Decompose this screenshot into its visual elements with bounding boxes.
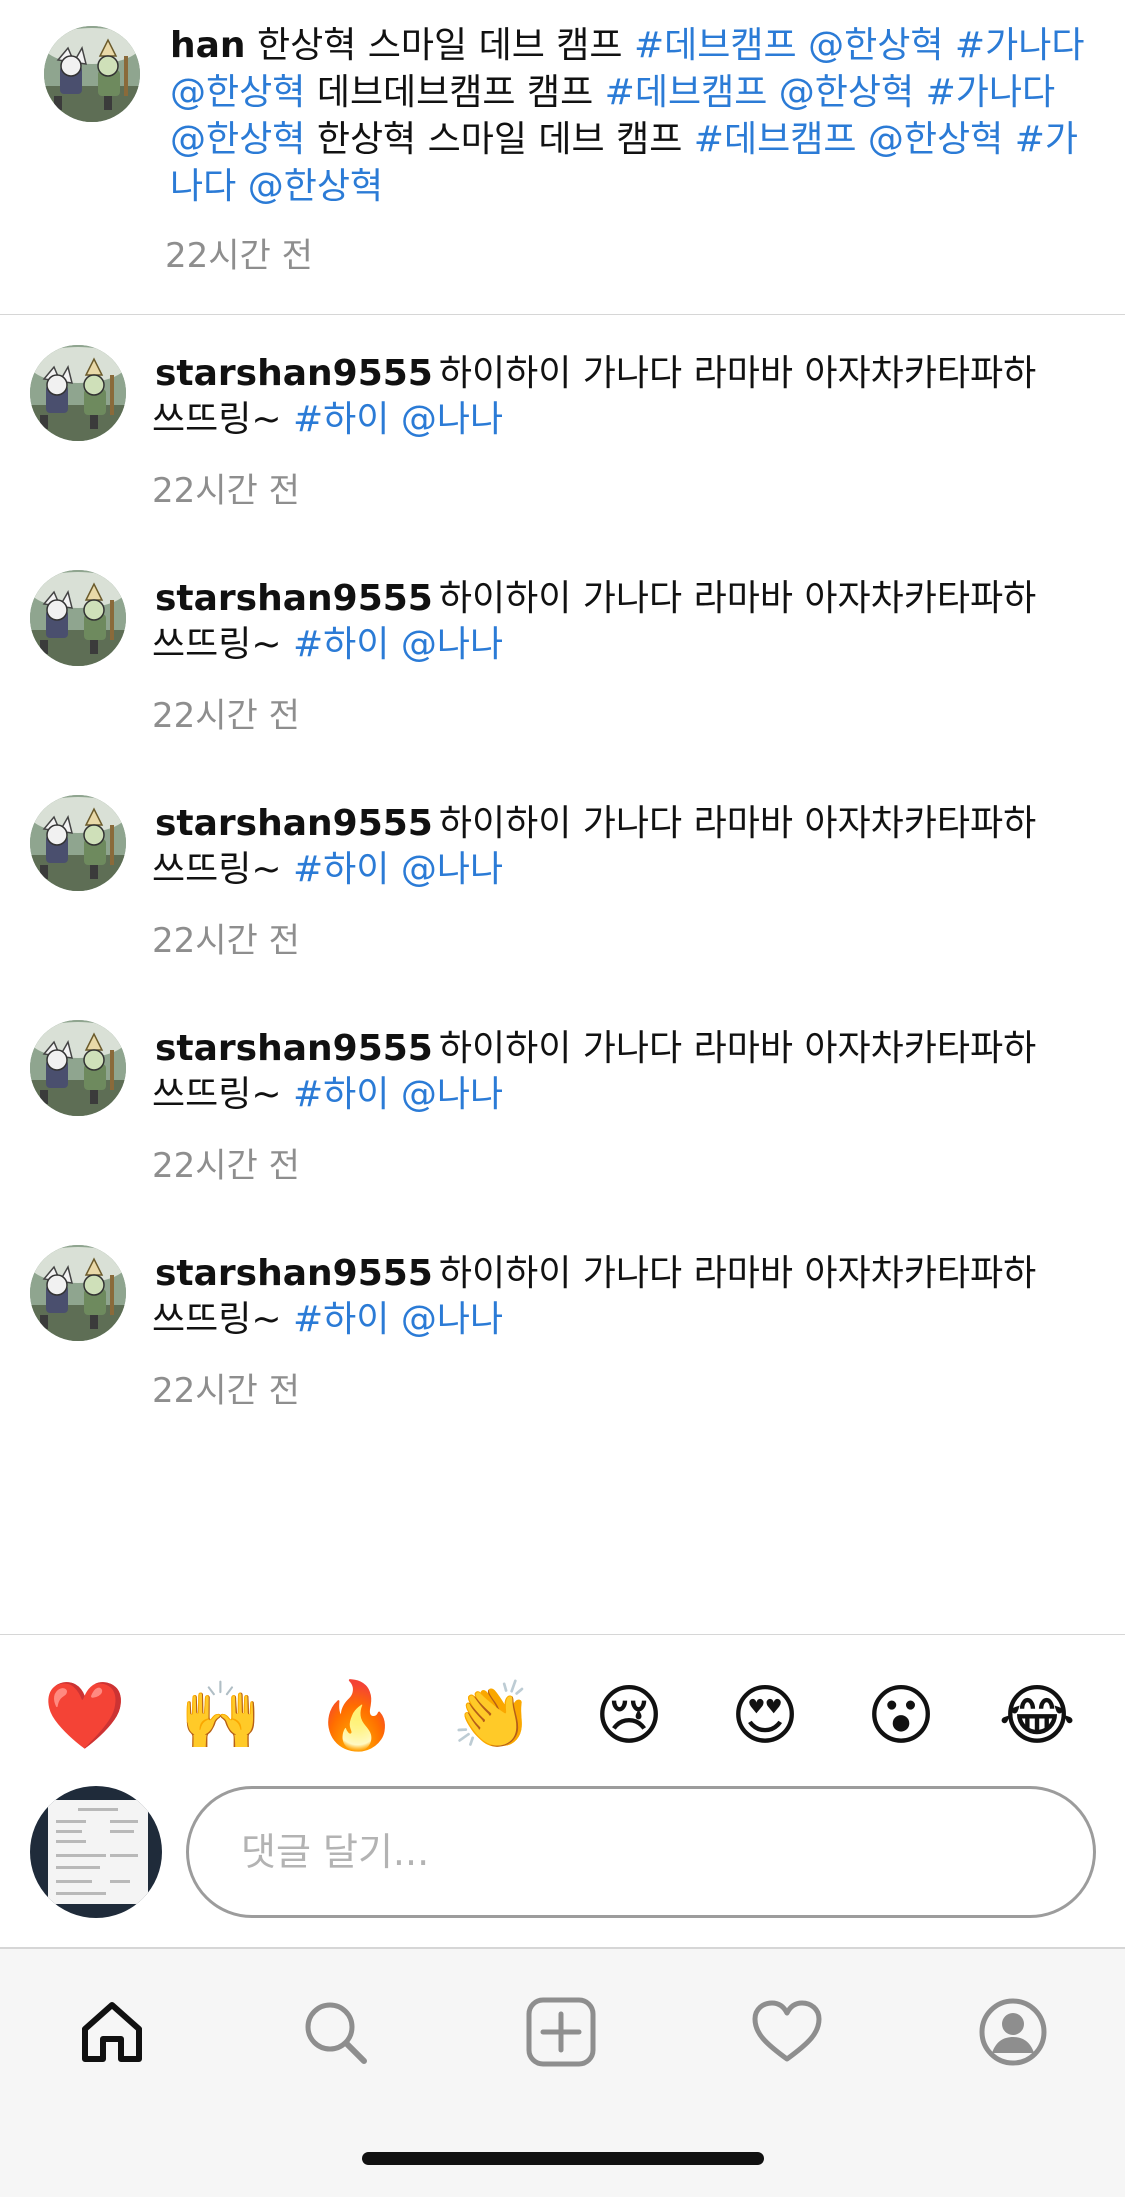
profile-photo-icon <box>30 345 126 441</box>
mention-link[interactable]: @한상혁 <box>170 119 305 160</box>
comment-body: starshan9555 하이하이 가나다 라마바 아자차카타파하 쓰뜨링~ #하… <box>152 1251 1072 1343</box>
caption-text-segment <box>767 72 778 113</box>
comment-body: starshan9555 하이하이 가나다 라마바 아자차카타파하 쓰뜨링~ #하… <box>152 351 1072 443</box>
comment-avatar[interactable] <box>30 795 126 891</box>
tab-add-post[interactable] <box>516 1987 606 2077</box>
home-icon <box>82 2002 142 2062</box>
profile-photo-icon <box>30 795 126 891</box>
hashtag-link[interactable]: #하이 <box>293 624 389 665</box>
comment-item: starshan9555 하이하이 가나다 라마바 아자차카타파하 쓰뜨링~ #하… <box>0 990 1125 1215</box>
caption-username[interactable]: han <box>170 25 246 66</box>
caption-text-segment: 한상혁 스마일 데브 캠프 <box>245 25 634 66</box>
profile-photo-icon <box>44 26 140 122</box>
caption-text-segment <box>1003 119 1014 160</box>
mention-link[interactable]: @나나 <box>401 624 503 665</box>
hashtag-link[interactable]: #데브캠프 <box>694 119 857 160</box>
tab-search[interactable] <box>290 1987 380 2077</box>
tab-activity[interactable] <box>742 1987 832 2077</box>
mention-link[interactable]: @나나 <box>401 399 503 440</box>
tab-home[interactable] <box>67 1987 157 2077</box>
heart-icon <box>752 2000 822 2062</box>
hashtag-link[interactable]: #하이 <box>293 399 389 440</box>
caption-text-segment <box>856 119 867 160</box>
comment-body: starshan9555 하이하이 가나다 라마바 아자차카타파하 쓰뜨링~ #하… <box>152 576 1072 668</box>
profile-photo-icon <box>30 570 126 666</box>
emoji-tears-of-joy-button[interactable]: 😂 <box>992 1671 1082 1761</box>
add-post-icon <box>526 1997 596 2067</box>
emoji-heart-eyes-button[interactable]: 😍 <box>720 1671 810 1761</box>
home-indicator[interactable] <box>362 2152 764 2165</box>
comment-avatar[interactable] <box>30 570 126 666</box>
comment-timestamp: 22시간 전 <box>152 1371 300 1411</box>
mention-link[interactable]: @한상혁 <box>248 166 383 207</box>
emoji-clapping-hands-button[interactable]: 👏 <box>448 1671 538 1761</box>
emoji-fire-button[interactable]: 🔥 <box>312 1671 402 1761</box>
emoji-raising-hands-button[interactable]: 🙌 <box>176 1671 266 1761</box>
mention-link[interactable]: @한상혁 <box>868 119 1003 160</box>
comment-list: starshan9555 하이하이 가나다 라마바 아자차카타파하 쓰뜨링~ #하… <box>0 315 1125 1440</box>
comment-timestamp: 22시간 전 <box>152 696 300 736</box>
comment-username[interactable]: starshan9555 <box>155 1028 433 1069</box>
mention-link[interactable]: @나나 <box>401 1074 503 1115</box>
hashtag-link[interactable]: #하이 <box>293 849 389 890</box>
document-thumbnail-icon <box>48 1800 148 1904</box>
comment-item: starshan9555 하이하이 가나다 라마바 아자차카타파하 쓰뜨링~ #하… <box>0 315 1125 540</box>
caption-avatar[interactable] <box>44 26 140 122</box>
hashtag-link[interactable]: #하이 <box>293 1299 389 1340</box>
search-icon <box>305 2002 367 2064</box>
comment-input-row <box>0 1764 1125 1947</box>
caption-text-segment <box>914 72 925 113</box>
mention-link[interactable]: @나나 <box>401 1299 503 1340</box>
comment-avatar[interactable] <box>30 345 126 441</box>
caption-text-segment: 데브데브캠프 캠프 <box>305 72 605 113</box>
comment-avatar[interactable] <box>30 1245 126 1341</box>
mention-link[interactable]: @한상혁 <box>170 72 305 113</box>
comment-input[interactable] <box>186 1786 1096 1918</box>
caption-text-segment <box>236 166 247 207</box>
hashtag-link[interactable]: #하이 <box>293 1074 389 1115</box>
comments-screen: han 한상혁 스마일 데브 캠프 #데브캠프 @한상혁 #가나다 @한상혁 데… <box>0 0 1125 2197</box>
comment-timestamp: 22시간 전 <box>152 471 300 511</box>
tab-profile[interactable] <box>968 1987 1058 2077</box>
comment-avatar[interactable] <box>30 1020 126 1116</box>
emoji-reaction-bar: ❤️ 🙌 🔥 👏 😢 😍 😮 😂 <box>0 1634 1125 1764</box>
caption-text: han 한상혁 스마일 데브 캠프 #데브캠프 @한상혁 #가나다 @한상혁 데… <box>170 22 1090 210</box>
comment-username[interactable]: starshan9555 <box>155 578 433 619</box>
current-user-avatar <box>30 1786 162 1918</box>
hashtag-link[interactable]: #가나다 <box>955 25 1085 66</box>
comment-username[interactable]: starshan9555 <box>155 353 433 394</box>
post-caption: han 한상혁 스마일 데브 캠프 #데브캠프 @한상혁 #가나다 @한상혁 데… <box>0 0 1125 315</box>
caption-text-segment: 한상혁 스마일 데브 캠프 <box>305 119 694 160</box>
comment-timestamp: 22시간 전 <box>152 921 300 961</box>
hashtag-link[interactable]: #데브캠프 <box>634 25 797 66</box>
mention-link[interactable]: @한상혁 <box>808 25 943 66</box>
caption-timestamp: 22시간 전 <box>165 236 313 276</box>
profile-photo-icon <box>30 1245 126 1341</box>
emoji-red-heart-button[interactable]: ❤️ <box>40 1671 130 1761</box>
comment-body: starshan9555 하이하이 가나다 라마바 아자차카타파하 쓰뜨링~ #하… <box>152 1026 1072 1118</box>
emoji-surprised-face-button[interactable]: 😮 <box>856 1671 946 1761</box>
comment-username[interactable]: starshan9555 <box>155 1253 433 1294</box>
caption-text-segment <box>797 25 808 66</box>
profile-icon <box>979 1998 1047 2066</box>
comment-body: starshan9555 하이하이 가나다 라마바 아자차카타파하 쓰뜨링~ #하… <box>152 801 1072 893</box>
comment-timestamp: 22시간 전 <box>152 1146 300 1186</box>
comment-item: starshan9555 하이하이 가나다 라마바 아자차카타파하 쓰뜨링~ #하… <box>0 540 1125 765</box>
comment-item: starshan9555 하이하이 가나다 라마바 아자차카타파하 쓰뜨링~ #하… <box>0 765 1125 990</box>
caption-text-segment <box>943 25 954 66</box>
hashtag-link[interactable]: #가나다 <box>926 72 1056 113</box>
comment-username[interactable]: starshan9555 <box>155 803 433 844</box>
comment-item: starshan9555 하이하이 가나다 라마바 아자차카타파하 쓰뜨링~ #하… <box>0 1215 1125 1440</box>
profile-photo-icon <box>30 1020 126 1116</box>
mention-link[interactable]: @나나 <box>401 849 503 890</box>
hashtag-link[interactable]: #데브캠프 <box>605 72 768 113</box>
emoji-crying-face-button[interactable]: 😢 <box>584 1671 674 1761</box>
mention-link[interactable]: @한상혁 <box>779 72 914 113</box>
